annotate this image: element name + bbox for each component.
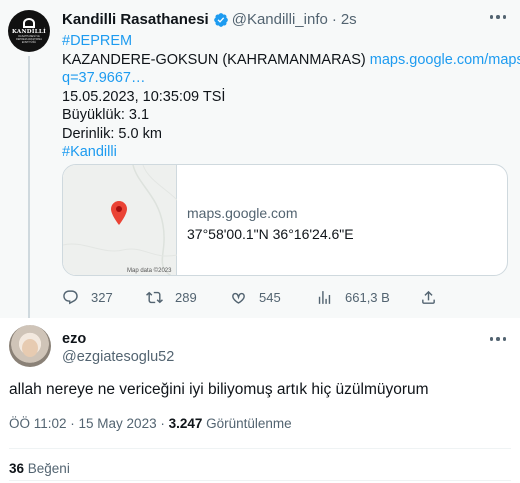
reply-author-handle[interactable]: @ezgiatesoglu52 <box>62 349 174 365</box>
divider <box>9 480 511 481</box>
share-icon <box>422 290 435 304</box>
map-pin-icon <box>111 201 127 225</box>
map-link-card[interactable]: Map data ©2023 maps.google.com 37°58'00.… <box>62 164 508 276</box>
quake-depth: Derinlik: 5.0 km <box>62 125 162 142</box>
location-text: KAZANDERE-GOKSUN (KAHRAMANMARAS) <box>62 51 366 68</box>
parent-tweet[interactable]: KANDİLLİ RASATHANESİ VE DEPREM ARAŞTIRMA… <box>0 0 520 318</box>
map-credit: Map data ©2023 <box>127 268 172 274</box>
like-count: 545 <box>259 290 281 305</box>
reply-views-label: Görüntülenme <box>202 416 292 431</box>
reply-icon <box>63 290 78 305</box>
quake-datetime: 15.05.2023, 10:35:09 TSİ <box>62 88 226 105</box>
reply-count: 327 <box>91 290 113 305</box>
divider <box>9 448 511 449</box>
hashtag-kandilli[interactable]: #Kandilli <box>62 143 510 162</box>
views-count: 661,3 B <box>345 290 390 305</box>
like-button[interactable]: 545 <box>230 289 281 306</box>
user-avatar[interactable] <box>9 325 51 367</box>
reply-meta: ÖÖ 11:02 · 15 May 2023 · 3.247 Görüntüle… <box>9 416 292 431</box>
avatar-face <box>22 339 38 357</box>
tweet-actions: 327 289 545 661,3 B <box>62 289 442 307</box>
header-separator: · <box>331 11 337 28</box>
tweet-body: #DEPREM KAZANDERE-GOKSUN (KAHRAMANMARAS)… <box>62 32 520 162</box>
map-thumbnail: Map data ©2023 <box>63 165 178 275</box>
more-options-icon[interactable] <box>488 14 508 20</box>
likes-summary[interactable]: 36 Beğeni <box>9 461 70 476</box>
retweet-count: 289 <box>175 290 197 305</box>
heart-icon <box>232 292 245 304</box>
thread-line <box>28 56 30 318</box>
more-options-icon[interactable] <box>488 336 508 342</box>
reply-views-count: 3.247 <box>168 416 203 431</box>
card-domain: maps.google.com <box>187 205 298 221</box>
hashtag-deprem[interactable]: #DEPREM <box>62 32 510 51</box>
retweet-button[interactable]: 289 <box>146 289 197 306</box>
avatar-logo-subtext: RASATHANESİ VE DEPREM ARAŞTIRMA ENSTİTÜS… <box>16 35 42 44</box>
card-text: maps.google.com 37°58'00.1"N 36°16'24.6"… <box>187 203 354 245</box>
tweet-time[interactable]: 2s <box>341 11 357 28</box>
reply-button[interactable]: 327 <box>62 289 113 306</box>
likes-count: 36 <box>9 461 25 476</box>
map-link-part2[interactable]: q=37.9667… <box>62 69 510 88</box>
reply-timestamp[interactable]: ÖÖ 11:02 · 15 May 2023 · <box>9 416 169 431</box>
kandilli-avatar[interactable]: KANDİLLİ RASATHANESİ VE DEPREM ARAŞTIRMA… <box>8 10 50 52</box>
reply-text: allah nereye ne vericeğini iyi biliyomuş… <box>9 381 429 398</box>
verified-badge-icon <box>213 12 228 27</box>
share-button[interactable] <box>420 289 449 306</box>
card-coordinates: 37°58'00.1"N 36°16'24.6"E <box>187 226 354 242</box>
author-name[interactable]: Kandilli Rasathanesi <box>62 11 209 28</box>
reply-author-name[interactable]: ezo <box>62 331 86 347</box>
quake-magnitude: Büyüklük: 3.1 <box>62 107 150 123</box>
views-button[interactable]: 661,3 B <box>316 289 390 306</box>
map-link-part1[interactable]: maps.google.com/maps? <box>370 52 520 68</box>
observatory-dome-icon <box>23 18 35 28</box>
tweet-header: Kandilli Rasathanesi @Kandilli_info · 2s <box>62 11 357 28</box>
retweet-icon <box>146 291 163 304</box>
likes-label: Beğeni <box>24 461 70 476</box>
bar-chart-icon <box>318 291 331 304</box>
author-handle[interactable]: @Kandilli_info <box>232 11 328 28</box>
